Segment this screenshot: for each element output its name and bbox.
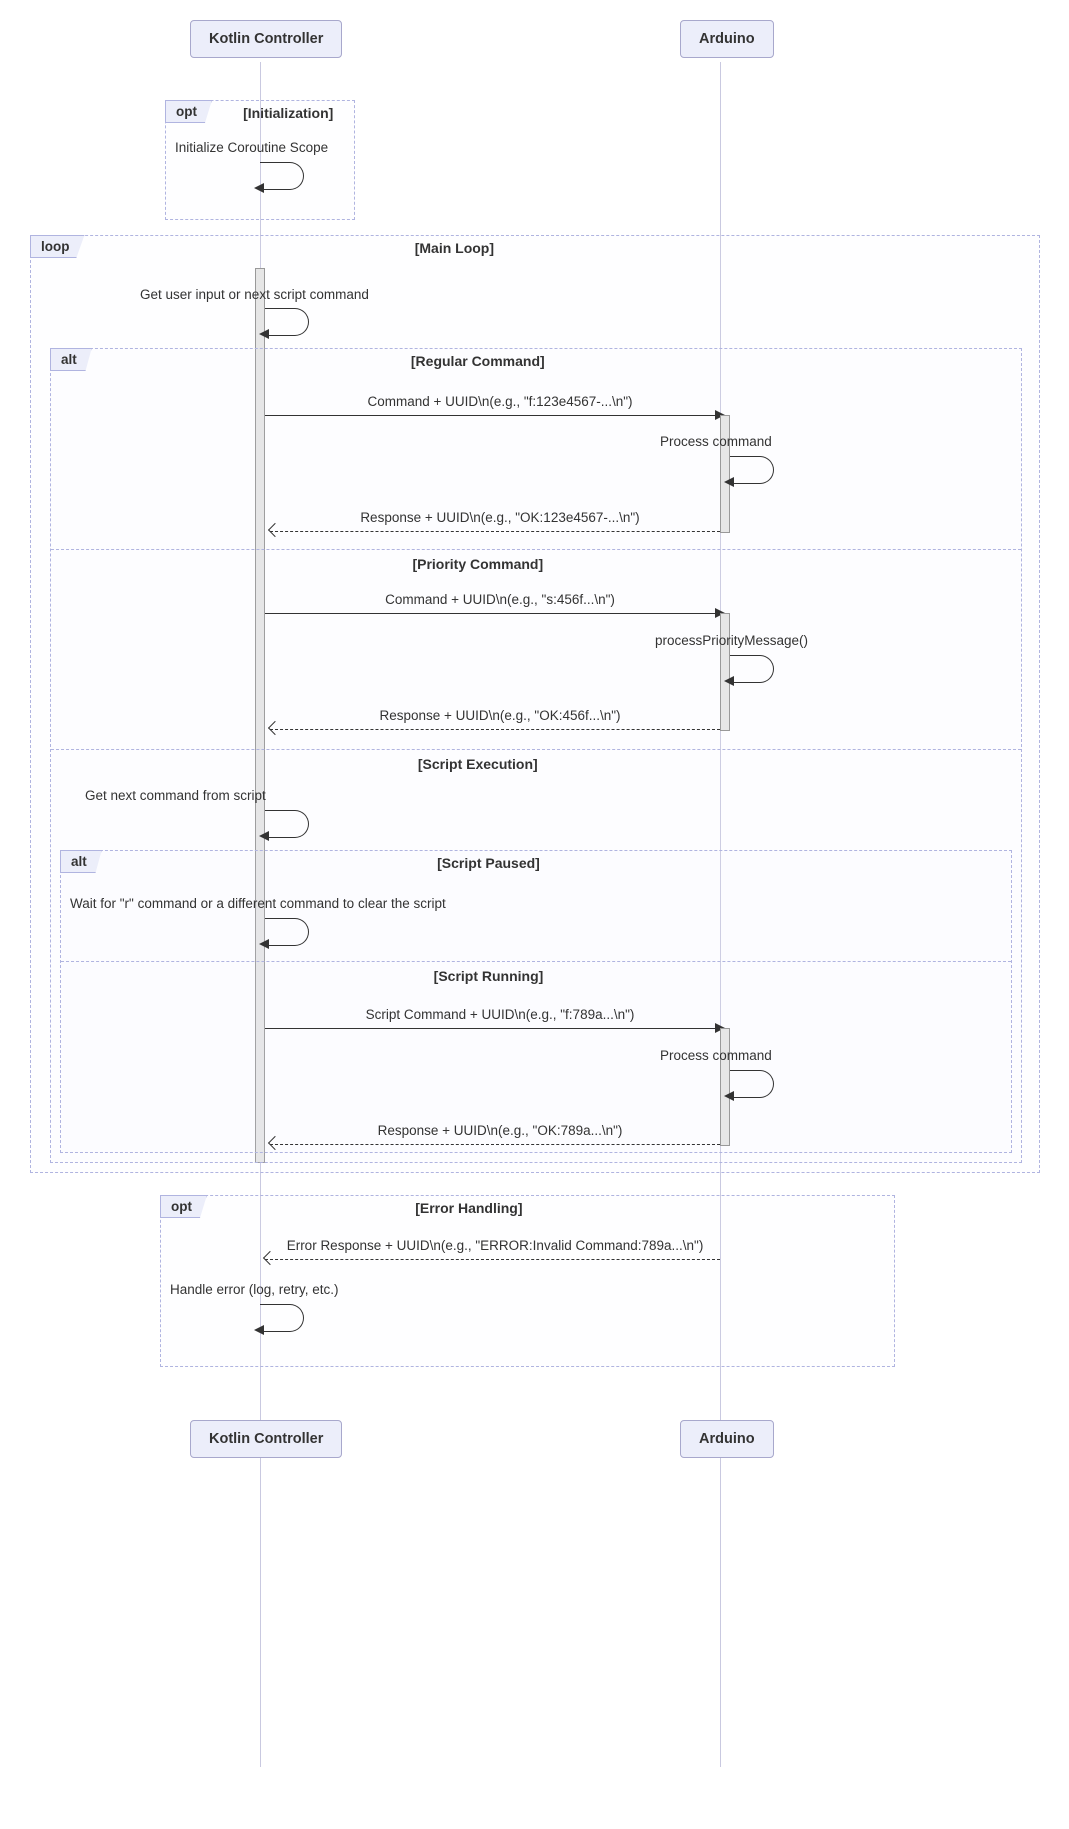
msg-resp-script: Response + UUID\n(e.g., "OK:789a...\n") — [350, 1123, 650, 1138]
selfloop-get-input — [265, 308, 309, 336]
fragment-opt-init: opt [Initialization] — [165, 100, 355, 220]
msg-proc-pri: processPriorityMessage() — [655, 633, 808, 648]
arrow-resp-pri — [270, 729, 720, 730]
activation-arduino-1 — [720, 415, 730, 533]
fragment-label-alt2: alt — [60, 850, 102, 873]
msg-cmd-pri: Command + UUID\n(e.g., "s:456f...\n") — [340, 592, 660, 607]
selfloop-proc-cmd2 — [730, 1070, 774, 1098]
fragment-opt-error: opt [Error Handling] — [160, 1195, 895, 1367]
msg-handle-err: Handle error (log, retry, etc.) — [170, 1282, 339, 1297]
msg-proc-cmd2: Process command — [660, 1048, 772, 1063]
msg-err-resp: Error Response + UUID\n(e.g., "ERROR:Inv… — [280, 1238, 710, 1253]
activation-arduino-3 — [720, 1028, 730, 1146]
actor-kotlin-bottom: Kotlin Controller — [190, 1420, 342, 1458]
msg-resp-pri: Response + UUID\n(e.g., "OK:456f...\n") — [350, 708, 650, 723]
divider-alt2 — [61, 961, 1011, 962]
arrow-cmd-reg — [265, 415, 715, 416]
fragment-label-loop: loop — [30, 235, 85, 258]
fragment-title-error: [Error Handling] — [415, 1200, 522, 1216]
selfloop-wait-r — [265, 918, 309, 946]
fragment-label-opt2: opt — [160, 1195, 207, 1218]
actor-arduino-bottom: Arduino — [680, 1420, 774, 1458]
section-paused: [Script Paused] — [437, 855, 540, 871]
msg-wait-r: Wait for "r" command or a different comm… — [70, 896, 446, 911]
actor-arduino-top: Arduino — [680, 20, 774, 58]
arrow-resp-script — [270, 1144, 720, 1145]
selfloop-proc-cmd — [730, 456, 774, 484]
msg-proc-cmd: Process command — [660, 434, 772, 449]
sequence-diagram: Kotlin Controller Arduino opt [Initializ… — [20, 20, 1049, 1809]
section-script: [Script Execution] — [418, 756, 538, 772]
actor-kotlin-top: Kotlin Controller — [190, 20, 342, 58]
section-regular: [Regular Command] — [411, 353, 545, 369]
msg-cmd-reg: Command + UUID\n(e.g., "f:123e4567-...\n… — [340, 394, 660, 409]
divider-alt-1 — [51, 549, 1021, 550]
arrow-cmd-script — [265, 1028, 715, 1029]
msg-get-input: Get user input or next script command — [140, 287, 369, 302]
fragment-title-init: [Initialization] — [243, 105, 333, 121]
msg-cmd-script: Script Command + UUID\n(e.g., "f:789a...… — [330, 1007, 670, 1022]
fragment-title-loop: [Main Loop] — [415, 240, 494, 256]
msg-init-scope: Initialize Coroutine Scope — [175, 140, 328, 155]
msg-resp-reg: Response + UUID\n(e.g., "OK:123e4567-...… — [340, 510, 660, 525]
fragment-label-opt: opt — [165, 100, 212, 123]
msg-get-next: Get next command from script — [85, 788, 266, 803]
arrow-err-resp — [265, 1259, 720, 1260]
fragment-label-alt: alt — [50, 348, 92, 371]
section-priority: [Priority Command] — [412, 556, 543, 572]
selfloop-init — [260, 162, 304, 190]
section-running: [Script Running] — [434, 968, 544, 984]
selfloop-proc-pri — [730, 655, 774, 683]
arrow-cmd-pri — [265, 613, 715, 614]
activation-arduino-2 — [720, 613, 730, 731]
arrow-resp-reg — [270, 531, 720, 532]
selfloop-get-next — [265, 810, 309, 838]
divider-alt-2 — [51, 749, 1021, 750]
selfloop-handle-err — [260, 1304, 304, 1332]
